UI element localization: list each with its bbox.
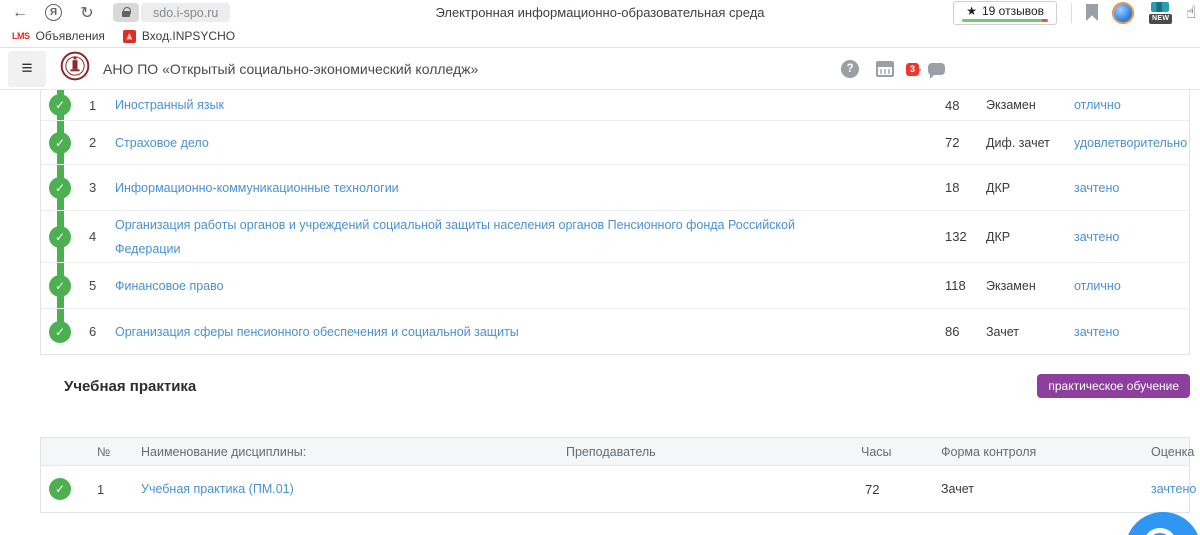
- course-control-form: Зачет: [986, 325, 1074, 339]
- practice-table: № Наименование дисциплины: Преподаватель…: [40, 437, 1190, 513]
- hand-cursor-icon[interactable]: ☝: [1186, 3, 1200, 23]
- table-row: ✓ 3 Информационно-коммуникационные техно…: [41, 164, 1189, 210]
- refresh-icon[interactable]: ↻: [75, 3, 99, 23]
- menu-button[interactable]: ≡: [8, 51, 46, 87]
- completed-check-icon: ✓: [49, 478, 71, 500]
- row-number: 6: [79, 324, 115, 339]
- col-header-grade: Оценка: [1111, 445, 1194, 459]
- course-control-form: Экзамен: [986, 279, 1074, 293]
- practice-type-badge: практическое обучение: [1037, 374, 1190, 398]
- course-link[interactable]: Финансовое право: [115, 279, 224, 293]
- reviews-label: 19 отзывов: [982, 4, 1044, 18]
- bookmarks-bar: LMS Объявления Вход.INPSYCHO: [0, 25, 1200, 48]
- calendar-icon[interactable]: [876, 61, 894, 77]
- messages-icon[interactable]: [928, 63, 945, 75]
- address-bar[interactable]: sdo.i-spo.ru: [141, 3, 230, 22]
- lock-icon[interactable]: [113, 3, 139, 22]
- course-control-form: Экзамен: [986, 98, 1074, 112]
- main-content: ✓ 1 Иностранный язык 48 Экзамен отлично …: [40, 90, 1190, 513]
- course-control-form: Зачет: [941, 482, 1111, 496]
- completed-check-icon: ✓: [49, 94, 71, 116]
- extension-icon[interactable]: [1112, 2, 1134, 24]
- course-hours: 72: [941, 135, 986, 150]
- courses-table: ✓ 1 Иностранный язык 48 Экзамен отлично …: [40, 90, 1190, 355]
- section-title: Учебная практика: [40, 378, 196, 395]
- completed-check-icon: ✓: [49, 321, 71, 343]
- col-header-hours: Часы: [861, 445, 941, 459]
- course-link[interactable]: Организация работы органов и учреждений …: [115, 218, 795, 255]
- row-number: 1: [79, 98, 115, 113]
- course-link[interactable]: Информационно-коммуникационные технологи…: [115, 181, 399, 195]
- course-hours: 132: [941, 229, 986, 244]
- course-link[interactable]: Учебная практика (ПМ.01): [141, 482, 294, 496]
- completed-check-icon: ✓: [49, 177, 71, 199]
- star-icon: ★: [966, 4, 977, 18]
- lms-favicon: LMS: [12, 31, 30, 41]
- grade-link[interactable]: зачтено: [1151, 482, 1196, 496]
- course-control-form: Диф. зачет: [986, 136, 1074, 150]
- college-logo: [60, 51, 90, 86]
- help-icon[interactable]: ?: [841, 60, 859, 78]
- yandex-icon[interactable]: Я: [45, 4, 62, 21]
- course-link[interactable]: Организация сферы пенсионного обеспечени…: [115, 325, 519, 339]
- course-link[interactable]: Иностранный язык: [115, 98, 224, 112]
- table-row: ✓ 4 Организация работы органов и учрежде…: [41, 210, 1189, 262]
- inpsycho-favicon: [123, 30, 136, 43]
- completed-check-icon: ✓: [49, 226, 71, 248]
- bookmark-icon[interactable]: [1086, 4, 1098, 21]
- app-header: ≡ АНО ПО «Открытый социально-экономическ…: [0, 48, 1200, 90]
- notification-count-badge: 3: [906, 63, 919, 76]
- grade-link[interactable]: зачтено: [1074, 181, 1119, 195]
- course-hours: 48: [941, 98, 986, 113]
- col-header-name: Наименование дисциплины:: [119, 445, 566, 459]
- college-name: АНО ПО «Открытый социально-экономический…: [103, 61, 478, 77]
- course-hours: 72: [861, 482, 941, 497]
- grade-link[interactable]: отлично: [1074, 98, 1121, 112]
- row-number: 2: [79, 135, 115, 150]
- completed-check-icon: ✓: [49, 132, 71, 154]
- course-control-form: ДКР: [986, 181, 1074, 195]
- browser-actions: ★ 19 отзывов NEW ☝: [953, 0, 1200, 25]
- browser-toolbar: ← Я ↻ sdo.i-spo.ru Электронная информаци…: [0, 0, 1200, 25]
- course-hours: 86: [941, 324, 986, 339]
- table-row: ✓ 6 Организация сферы пенсионного обеспе…: [41, 308, 1189, 354]
- course-hours: 18: [941, 180, 986, 195]
- table-header-row: № Наименование дисциплины: Преподаватель…: [41, 438, 1189, 466]
- practice-section-header: Учебная практика практическое обучение: [40, 371, 1190, 401]
- course-hours: 118: [941, 278, 986, 293]
- row-number: 5: [79, 278, 115, 293]
- bookmark-item-inpsycho[interactable]: Вход.INPSYCHO: [117, 29, 241, 43]
- table-row: ✓ 5 Финансовое право 118 Экзамен отлично: [41, 262, 1189, 308]
- completed-check-icon: ✓: [49, 275, 71, 297]
- col-header-teacher: Преподаватель: [566, 445, 861, 459]
- grade-link[interactable]: удовлетворительно: [1074, 136, 1187, 150]
- table-row: ✓ 1 Иностранный язык 48 Экзамен отлично: [41, 90, 1189, 120]
- back-icon[interactable]: ←: [8, 4, 32, 22]
- row-number: 4: [79, 229, 115, 244]
- col-header-form: Форма контроля: [941, 445, 1111, 459]
- header-icons: ? 3: [841, 60, 945, 78]
- course-control-form: ДКР: [986, 230, 1074, 244]
- grade-link[interactable]: отлично: [1074, 279, 1121, 293]
- table-row: ✓ 2 Страховое дело 72 Диф. зачет удовлет…: [41, 120, 1189, 164]
- col-header-num: №: [79, 445, 119, 459]
- reviews-rating-bar: [962, 19, 1048, 22]
- grade-link[interactable]: зачтено: [1074, 325, 1119, 339]
- reviews-button[interactable]: ★ 19 отзывов: [953, 1, 1057, 25]
- row-number: 1: [79, 482, 119, 497]
- divider: [1071, 3, 1072, 23]
- table-row: ✓ 1 Учебная практика (ПМ.01) 72 Зачет за…: [41, 466, 1189, 512]
- chat-widget-button[interactable]: [1125, 512, 1200, 535]
- chat-widget-icon: [1143, 528, 1177, 535]
- extension-new-icon[interactable]: NEW: [1148, 2, 1172, 24]
- new-badge: NEW: [1149, 14, 1172, 24]
- course-link[interactable]: Страховое дело: [115, 136, 209, 150]
- bookmark-item-announcements[interactable]: LMS Объявления: [6, 29, 111, 43]
- grade-link[interactable]: зачтено: [1074, 230, 1119, 244]
- row-number: 3: [79, 180, 115, 195]
